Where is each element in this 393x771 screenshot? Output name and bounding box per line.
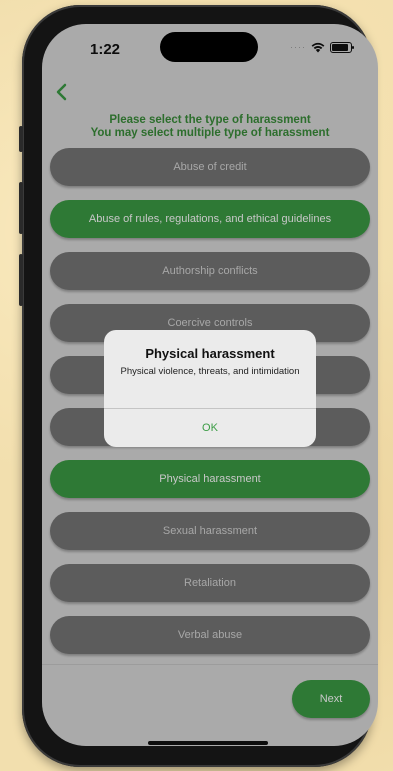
alert-ok-button[interactable]: OK — [104, 409, 316, 447]
alert-title: Physical harassment — [145, 346, 275, 361]
alert-dialog: Physical harassment Physical violence, t… — [104, 330, 316, 447]
alert-message: Physical violence, threats, and intimida… — [120, 366, 300, 377]
volume-up-button — [19, 182, 23, 234]
mute-switch — [19, 126, 23, 152]
volume-down-button — [19, 254, 23, 306]
app-screen: 1:22 ···· Please select the type of hara… — [42, 24, 378, 746]
